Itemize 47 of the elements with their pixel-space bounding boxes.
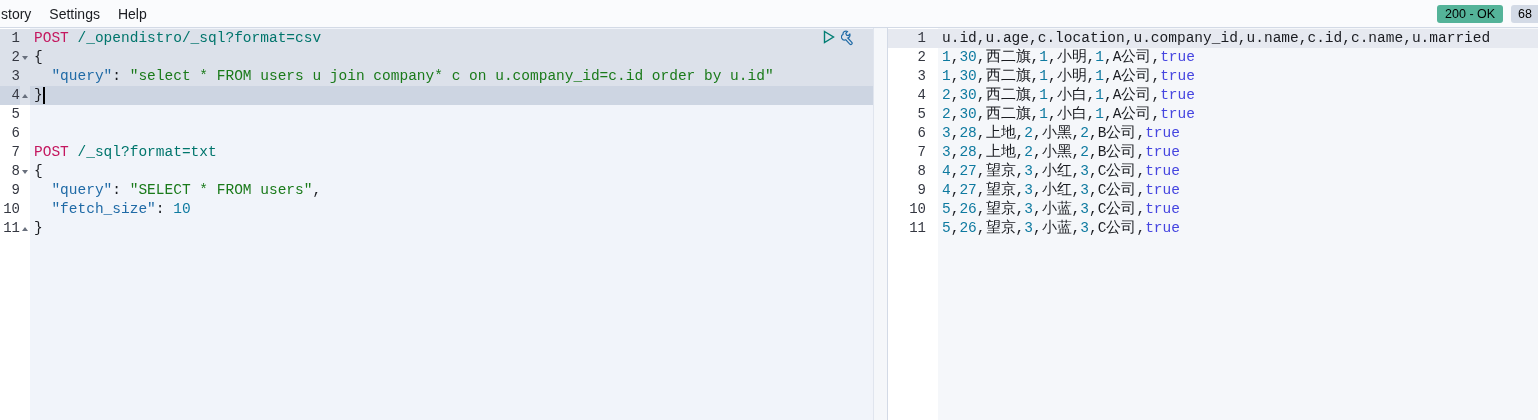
line-number: 8 [10,162,20,181]
line-number: 11 [2,219,20,238]
line-number: 7 [10,143,20,162]
line-number: 1 [917,30,926,46]
output-line: 4,27,望京,3,小红,3,C公司,true [942,181,1180,200]
output-line: 3,28,上地,2,小黑,2,B公司,true [942,124,1180,143]
line-number: 9 [917,182,926,198]
line-number: 10 [909,201,926,217]
code-line: { [34,48,43,67]
output-line: 4,27,望京,3,小红,3,C公司,true [942,162,1180,181]
output-line: 1,30,西二旗,1,小明,1,A公司,true [942,67,1195,86]
menu-item[interactable]: Settings [49,5,100,22]
menu-item[interactable]: Help [117,5,147,22]
code-line: POST /_opendistro/_sql?format=csv [34,29,322,48]
code-line: "query": "SELECT * FROM users", [50,181,322,200]
response-time-badge: 68 [1511,4,1538,23]
line-number: 8 [917,163,926,179]
line-number: 6 [10,124,20,143]
output-line: 5,26,望京,3,小蓝,3,C公司,true [942,200,1180,219]
code-line: "query": "select * FROM users u join company* c on u.company_id=c.id order by u.id" [50,67,774,86]
line-number: 4 [917,87,926,103]
line-number: 10 [2,200,20,219]
output-line: 2,30,西二旗,1,小白,1,A公司,true [942,105,1195,124]
code-line: POST /_sql?format=txt [34,143,217,162]
line-number: 2 [917,49,926,65]
output-line: u.id,u.age,c.location,u.company_id,u.name,c.id,c.name,u.married [942,29,1491,48]
output-line: 2,30,西二旗,1,小白,1,A公司,true [942,86,1195,105]
status-badge: 200 - OK [1437,4,1504,23]
line-number: 9 [10,181,20,200]
line-number: 5 [917,106,926,122]
line-number: 11 [909,220,926,236]
line-number: 6 [917,125,926,141]
fold-arrow-icon[interactable] [21,53,29,62]
code-line: } [34,219,43,238]
menu-item[interactable]: story [1,5,32,22]
line-number: 7 [917,144,926,160]
line-number: 3 [917,68,926,84]
code-line: } [34,86,43,105]
output-line: 5,26,望京,3,小蓝,3,C公司,true [942,219,1180,238]
fold-arrow-icon[interactable] [21,167,29,176]
code-line: "fetch_size": 10 [50,200,191,219]
line-number: 5 [10,105,20,124]
play-icon[interactable] [823,30,835,44]
output-line: 3,28,上地,2,小黑,2,B公司,true [942,143,1180,162]
output-line: 1,30,西二旗,1,小明,1,A公司,true [942,48,1195,67]
code-line: { [34,162,43,181]
line-number: 4 [0,86,20,105]
